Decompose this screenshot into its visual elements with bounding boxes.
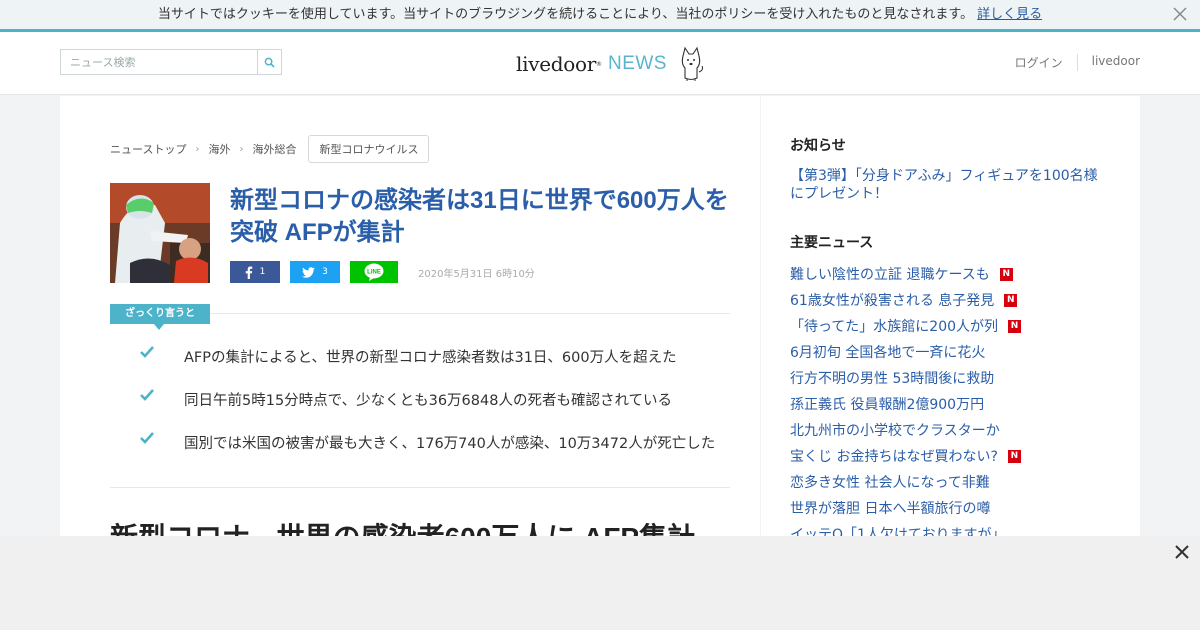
twitter-share-button[interactable]: 3	[290, 261, 340, 283]
top-news-item[interactable]: 孫正義氏 役員報酬2億900万円	[790, 391, 1021, 417]
line-icon: LINE	[364, 263, 384, 281]
new-badge-icon: N	[1004, 293, 1018, 307]
new-badge-icon: N	[1007, 449, 1021, 463]
summary-item: 同日午前5時15分時点で、少なくとも36万6848人の死者も確認されている	[140, 389, 715, 432]
top-news-item[interactable]: 難しい陰性の立証 退職ケースも N	[790, 261, 1021, 287]
summary-item: 国別では米国の被害が最も大きく、176万740人が感染、10万3472人が死亡し…	[140, 432, 715, 475]
content-divider	[110, 487, 730, 488]
top-news-text: 行方不明の男性 53時間後に救助	[790, 371, 995, 387]
cookie-text: 当サイトではクッキーを使用しています。当サイトのブラウジングを続けることにより、…	[157, 7, 974, 22]
top-news-text: 孫正義氏 役員報酬2億900万円	[790, 397, 985, 413]
dog-mascot-icon	[681, 46, 704, 81]
top-news-item[interactable]: 「待ってた」水族館に200人が列 N	[790, 313, 1022, 339]
summary-text: 国別では米国の被害が最も大きく、176万740人が感染、10万3472人が死亡し…	[184, 436, 716, 452]
cookie-more-link[interactable]: 詳しく見る	[977, 7, 1042, 22]
top-news-item[interactable]: 6月初旬 全国各地で一斉に花火	[790, 339, 1021, 365]
publish-date: 2020年5月31日 6時10分	[418, 268, 535, 280]
notice-heading: お知らせ	[790, 138, 846, 154]
site-logo[interactable]: livedoor ® NEWS	[516, 44, 705, 84]
top-news-item[interactable]: 北九州市の小学校でクラスターか	[790, 417, 1021, 443]
top-news-text: 61歳女性が殺害される 息子発見	[790, 293, 995, 309]
login-link[interactable]: ログイン	[1001, 54, 1077, 71]
top-news-text: 北九州市の小学校でクラスターか	[790, 423, 1000, 439]
site-header: livedoor® NEWS ログイン livedoor	[0, 32, 1200, 95]
top-news-text: 6月初旬 全国各地で一斉に花火	[790, 345, 986, 361]
new-badge-icon: N	[1008, 319, 1022, 333]
share-bar: 1 3 LINE 2020年5月31日 6時10分	[230, 261, 535, 283]
logo-registered: ®	[595, 60, 602, 68]
livedoor-link[interactable]: livedoor	[1076, 54, 1140, 71]
article-title: 新型コロナの感染者は31日に世界で600万人を突破 AFPが集計	[230, 187, 729, 246]
top-news-text: 難しい陰性の立証 退職ケースも	[790, 267, 990, 283]
article-thumbnail	[110, 183, 210, 283]
notice-link[interactable]: 【第3弾】「分身ドアふみ」フィギュアを100名様にプレゼント！	[790, 167, 1100, 203]
facebook-icon	[245, 266, 252, 279]
topic-tag[interactable]: 新型コロナウイルス	[308, 135, 430, 163]
breadcrumb: ニューストップ › 海外 › 海外総合 新型コロナウイルス	[110, 135, 430, 163]
search-input[interactable]	[61, 50, 258, 74]
facebook-count: 1	[259, 267, 266, 277]
top-news-item[interactable]: 世界が落胆 日本へ半額旅行の噂	[790, 495, 1021, 521]
new-badge-icon: N	[999, 267, 1013, 281]
breadcrumb-overseas[interactable]: 海外	[208, 141, 230, 157]
breadcrumb-overseas-general[interactable]: 海外総合	[252, 141, 296, 157]
top-news-text: 世界が落胆 日本へ半額旅行の噂	[790, 501, 991, 517]
top-news-heading: 主要ニュース	[790, 235, 874, 251]
top-news-item[interactable]: 宝くじ お金持ちはなぜ買わない? N	[790, 443, 1021, 469]
summary-divider	[210, 313, 730, 314]
bottom-ad-overlay	[0, 536, 1200, 630]
top-news-text: 「待ってた」水族館に200人が列	[790, 319, 999, 335]
close-icon[interactable]	[1174, 544, 1190, 560]
checkmark-icon	[140, 432, 184, 448]
summary-item: AFPの集計によると、世界の新型コロナ感染者数は31日、600万人を超えた	[140, 346, 715, 389]
header-nav: ログイン livedoor	[1001, 54, 1140, 71]
checkmark-icon	[140, 346, 184, 362]
cookie-banner: 当サイトではクッキーを使用しています。当サイトのブラウジングを続けることにより、…	[0, 0, 1200, 32]
checkmark-icon	[140, 389, 184, 405]
top-news-text: 恋多き女性 社会人になって非難	[790, 475, 990, 491]
logo-livedoor: livedoor	[516, 52, 596, 76]
top-news-item[interactable]: 行方不明の男性 53時間後に救助	[790, 365, 1021, 391]
chevron-right-icon: ›	[195, 143, 200, 155]
search-icon	[264, 57, 275, 68]
facebook-share-button[interactable]: 1	[230, 261, 280, 283]
top-news-text: 宝くじ お金持ちはなぜ買わない?	[790, 449, 998, 465]
top-news-list: 難しい陰性の立証 退職ケースも N 61歳女性が殺害される 息子発見 N 「待ってた…	[790, 261, 1022, 547]
logo-news: NEWS	[607, 53, 667, 74]
chevron-right-icon: ›	[239, 143, 244, 155]
line-share-button[interactable]: LINE	[350, 261, 398, 283]
summary-text: AFPの集計によると、世界の新型コロナ感染者数は31日、600万人を超えた	[184, 350, 677, 366]
search-box	[60, 49, 282, 75]
twitter-count: 3	[322, 267, 328, 277]
search-button[interactable]	[257, 50, 281, 74]
twitter-icon	[302, 266, 316, 278]
summary-text: 同日午前5時15分時点で、少なくとも36万6848人の死者も確認されている	[184, 393, 673, 409]
close-icon[interactable]	[1172, 6, 1188, 22]
summary-list: AFPの集計によると、世界の新型コロナ感染者数は31日、600万人を超えた 同日…	[140, 346, 715, 475]
top-news-item[interactable]: 61歳女性が殺害される 息子発見 N	[790, 287, 1021, 313]
top-news-item[interactable]: 恋多き女性 社会人になって非難	[790, 469, 1021, 495]
svg-text:LINE: LINE	[367, 270, 381, 276]
breadcrumb-news-top[interactable]: ニューストップ	[110, 141, 186, 157]
summary-badge: ざっくり言うと	[110, 304, 210, 330]
